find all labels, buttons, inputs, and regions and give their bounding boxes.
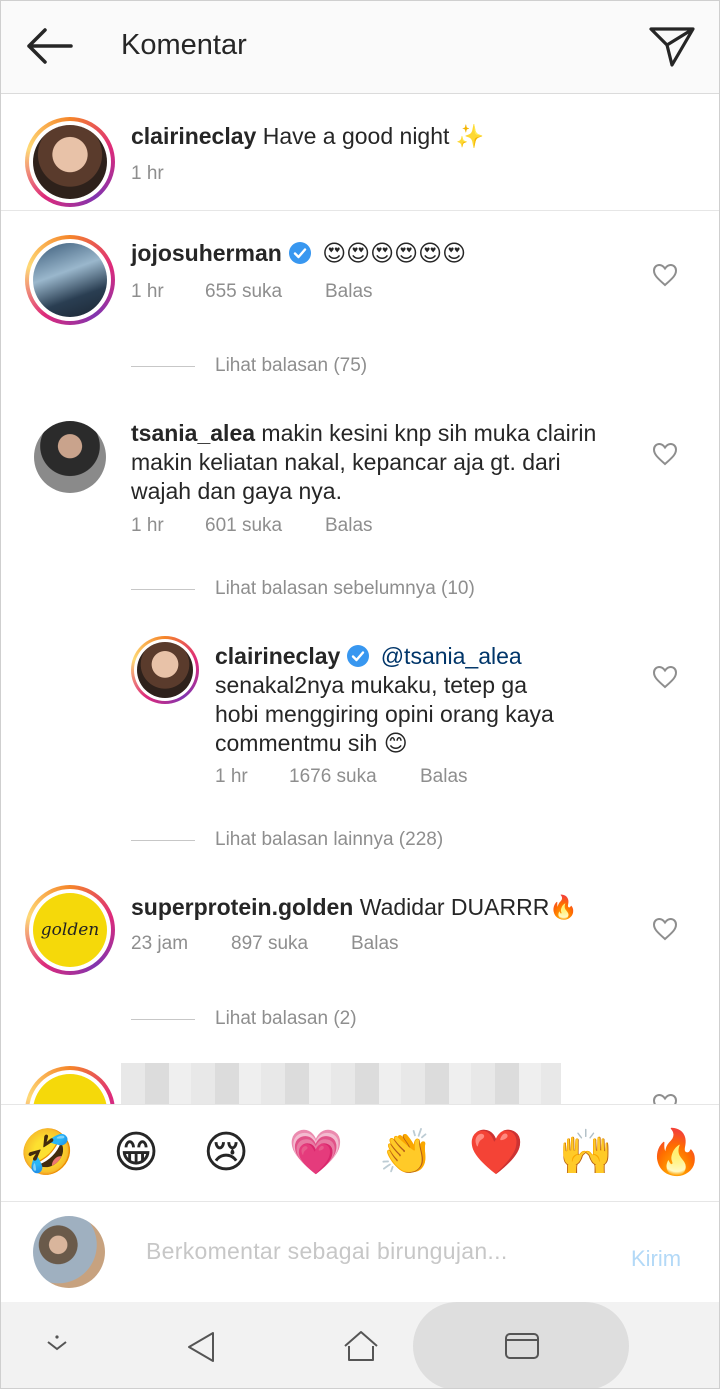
comment-text: tsania_alea makin kesini knp sih muka cl… bbox=[131, 419, 596, 506]
caption-body: Have a good night ✨ bbox=[262, 123, 485, 149]
divider bbox=[1, 210, 719, 211]
username[interactable]: tsania_alea bbox=[131, 420, 255, 446]
username[interactable]: jojosuherman bbox=[131, 240, 282, 266]
view-more-replies[interactable]: Lihat balasan lainnya (228) bbox=[131, 829, 443, 851]
likes-count[interactable]: 601 suka bbox=[205, 515, 325, 537]
view-previous-replies-label[interactable]: Lihat balasan sebelumnya (10) bbox=[215, 578, 475, 600]
likes-count[interactable]: 655 suka bbox=[205, 281, 325, 303]
comment-meta: 23 jam 897 suka Balas bbox=[131, 933, 399, 955]
view-replies-label[interactable]: Lihat balasan (75) bbox=[215, 355, 367, 377]
timestamp: 23 jam bbox=[131, 933, 189, 954]
rofl-emoji-button[interactable]: 🤣 bbox=[17, 1127, 77, 1179]
comment-body-line1: makin kesini knp sih muka clairin bbox=[261, 420, 597, 446]
avatar[interactable]: golden bbox=[25, 885, 115, 975]
comment-meta: 1 hr 655 suka Balas bbox=[131, 281, 373, 303]
timestamp: 1 hr bbox=[215, 766, 248, 787]
reply-button[interactable]: Balas bbox=[420, 766, 468, 788]
timestamp: 1 hr bbox=[131, 163, 164, 184]
comment-text: jojosuherman 😍😍😍😍😍😍 bbox=[131, 239, 466, 268]
view-more-replies-label[interactable]: Lihat balasan lainnya (228) bbox=[215, 829, 443, 851]
reply-button[interactable]: Balas bbox=[325, 281, 373, 303]
reply-body-line1: senakal2nya mukaku, tetep ga bbox=[215, 672, 527, 698]
reply-body-line3: commentmu sih 😊 bbox=[215, 730, 408, 756]
page-title: Komentar bbox=[121, 29, 247, 61]
username[interactable]: clairineclay bbox=[215, 643, 340, 669]
comment-body: Wadidar DUARRR🔥 bbox=[359, 894, 578, 920]
recents-icon[interactable] bbox=[503, 1330, 541, 1362]
comment-meta: 1 hr 601 suka Balas bbox=[131, 515, 373, 537]
reply-button[interactable]: Balas bbox=[351, 933, 399, 955]
reply-body-line2: hobi menggiring opini orang kaya bbox=[215, 701, 554, 727]
heart-icon[interactable] bbox=[652, 917, 678, 941]
comment-body-line3: wajah dan gaya nya. bbox=[131, 478, 342, 504]
reply-text: clairineclay @tsania_alea senakal2nya mu… bbox=[215, 642, 554, 758]
home-icon[interactable] bbox=[341, 1328, 381, 1364]
caption-text: clairineclay Have a good night ✨ bbox=[131, 122, 484, 151]
app-frame: Komentar clairineclay Have a good night … bbox=[0, 0, 720, 1389]
header: Komentar bbox=[1, 1, 719, 94]
view-previous-replies[interactable]: Lihat balasan sebelumnya (10) bbox=[131, 578, 475, 600]
clap-emoji-button[interactable]: 👏 bbox=[376, 1127, 436, 1179]
back-arrow-icon[interactable] bbox=[21, 23, 77, 69]
timestamp: 1 hr bbox=[131, 281, 164, 302]
avatar[interactable] bbox=[131, 636, 199, 704]
view-replies-label[interactable]: Lihat balasan (2) bbox=[215, 1008, 357, 1030]
heart-icon[interactable] bbox=[652, 665, 678, 689]
raised-hands-emoji-button[interactable]: 🙌 bbox=[556, 1127, 616, 1179]
blurred-comment bbox=[121, 1063, 561, 1105]
username[interactable]: superprotein.golden bbox=[131, 894, 353, 920]
heart-icon[interactable] bbox=[652, 442, 678, 466]
comment-composer: Berkomentar sebagai birungujan... Kirim bbox=[1, 1202, 719, 1302]
emoji-quick-bar: 🤣 😁 😢 💗 👏 ❤️ 🙌 🔥 bbox=[1, 1104, 719, 1202]
view-replies[interactable]: Lihat balasan (2) bbox=[131, 1008, 357, 1030]
comment-body-line2: makin keliatan nakal, kepancar aja gt. d… bbox=[131, 449, 561, 475]
mention-link[interactable]: @tsania_alea bbox=[381, 643, 522, 669]
growing-heart-emoji-button[interactable]: 💗 bbox=[286, 1127, 346, 1179]
system-nav-bar bbox=[1, 1302, 719, 1388]
hide-keyboard-icon[interactable] bbox=[43, 1332, 71, 1358]
red-heart-emoji-button[interactable]: ❤️ bbox=[466, 1127, 526, 1179]
cry-emoji-button[interactable]: 😢 bbox=[196, 1127, 256, 1179]
username[interactable]: clairineclay bbox=[131, 123, 256, 149]
paper-plane-icon[interactable] bbox=[645, 21, 699, 71]
avatar[interactable] bbox=[25, 117, 115, 207]
caption-meta: 1 hr bbox=[131, 163, 164, 185]
verified-badge-icon bbox=[347, 645, 370, 667]
comment-body: 😍😍😍😍😍😍 bbox=[322, 240, 467, 266]
reply-button[interactable]: Balas bbox=[325, 515, 373, 537]
avatar[interactable] bbox=[34, 421, 106, 493]
avatar[interactable] bbox=[33, 1216, 105, 1288]
avatar[interactable] bbox=[25, 235, 115, 325]
nav-back-icon[interactable] bbox=[183, 1329, 219, 1365]
grin-emoji-button[interactable]: 😁 bbox=[106, 1127, 166, 1179]
comment-input[interactable]: Berkomentar sebagai birungujan... bbox=[146, 1238, 508, 1265]
view-replies[interactable]: Lihat balasan (75) bbox=[131, 355, 367, 377]
timestamp: 1 hr bbox=[131, 515, 164, 536]
send-button[interactable]: Kirim bbox=[631, 1246, 681, 1272]
likes-count[interactable]: 1676 suka bbox=[289, 766, 420, 788]
avatar-logo-text: golden bbox=[33, 893, 107, 967]
comment-text: superprotein.golden Wadidar DUARRR🔥 bbox=[131, 893, 578, 922]
heart-icon[interactable] bbox=[652, 263, 678, 287]
reply-meta: 1 hr 1676 suka Balas bbox=[215, 766, 468, 788]
likes-count[interactable]: 897 suka bbox=[231, 933, 351, 955]
fire-emoji-button[interactable]: 🔥 bbox=[646, 1127, 706, 1179]
verified-badge-icon bbox=[288, 242, 311, 264]
